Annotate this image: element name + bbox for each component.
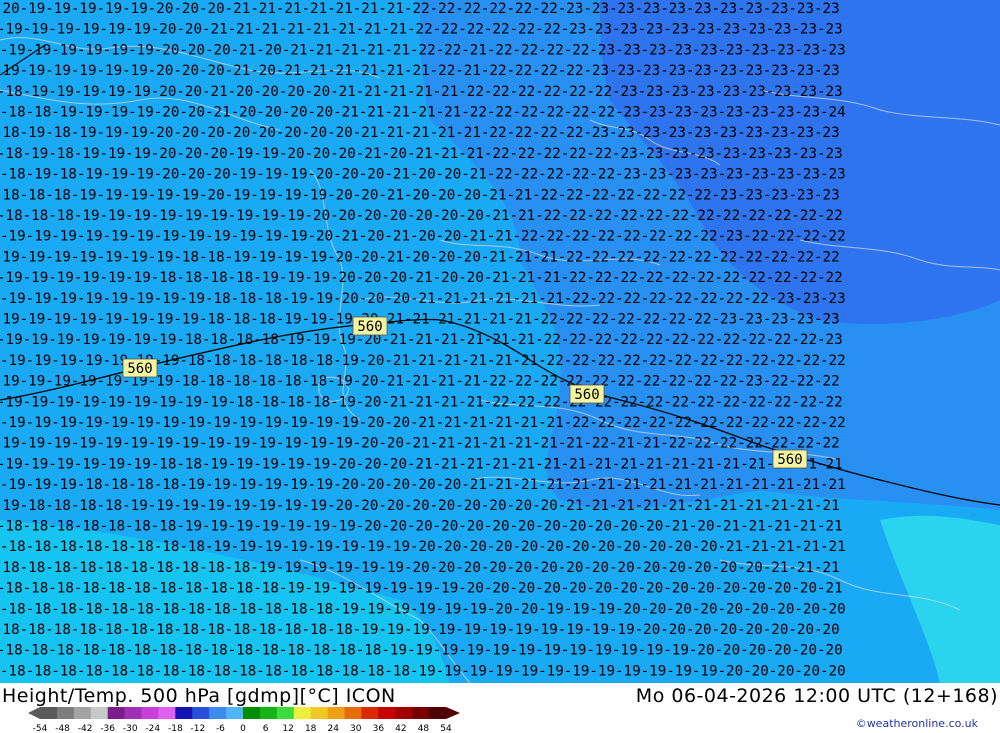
color-scale-swatch: [141, 707, 159, 719]
temperature-label-row: -18-18-18-18-18-18-18-18-18-18-18-18-18-…: [0, 601, 846, 617]
temperature-label-row: -19-19-19-19-19-19-20-20-21-21-21-21-21-…: [0, 22, 843, 38]
temperature-label-row: -19-19-19-19-19-19-19-18-18-18-18-19-19-…: [0, 332, 843, 348]
color-scale-tick-label: 6: [263, 724, 269, 733]
temperature-label-row: -18-18-18-19-19-19-19-19-19-19-19-19-20-…: [0, 208, 843, 224]
color-scale-swatch: [243, 707, 261, 719]
color-scale-right-arrow: [446, 707, 460, 719]
color-scale-swatch: [276, 707, 295, 719]
color-scale-swatch: [344, 707, 362, 719]
color-scale-swatch: [107, 707, 126, 719]
temperature-label-row: -19-19-19-19-19-19-19-19-19-19-19-19-19-…: [0, 415, 846, 431]
temperature-label-row: -18-19-19-19-19-19-20-20-21-20-20-20-20-…: [0, 84, 843, 100]
contour-label-text: 560: [127, 361, 152, 377]
color-scale-swatch: [158, 707, 176, 719]
temperature-label-row: -18-18-18-18-18-18-18-18-19-19-19-19-19-…: [0, 539, 846, 555]
color-scale-tick-label: 24: [327, 724, 339, 733]
temperature-label-row: -19-19-19-19-19-19-19-19-18-18-18-19-19-…: [0, 312, 840, 328]
color-scale-swatch: [56, 707, 75, 719]
color-scale-tick-label: 42: [395, 724, 406, 733]
color-scale-swatch: [124, 707, 142, 719]
color-scale-swatch: [73, 707, 92, 719]
temperature-label-row: -19-19-19-19-19-19-18-18-18-18-19-19-19-…: [0, 270, 843, 286]
temperature-label-row: -19-19-19-19-19-19-18-18-19-19-19-19-19-…: [0, 456, 843, 472]
temperature-label-row: -18-18-18-18-18-18-18-18-18-18-19-19-19-…: [0, 560, 840, 576]
color-scale-swatch: [192, 707, 210, 719]
color-scale-tick-label: -12: [191, 724, 206, 733]
temperature-label-row: -18-19-18-19-19-19-20-20-20-19-19-20-20-…: [0, 146, 843, 162]
temperature-label-row: -19-19-19-19-19-19-20-20-20-21-20-21-21-…: [0, 63, 840, 79]
color-scale-swatches: [28, 707, 460, 719]
color-scale-swatch: [259, 707, 278, 719]
color-scale: -54 -48 -42 -36 -30 -24 -18 -12 -6 0 6 12 18 24 30 36 42…: [28, 707, 460, 733]
contour-label-1: 560: [352, 316, 388, 336]
temperature-label-row: -20-19-19-19-19-19-20-20-20-21-21-21-21-…: [0, 1, 840, 17]
temperature-label-row: -18-18-18-18-18-18-18-18-18-18-18-18-18-…: [0, 663, 846, 679]
color-scale-tick-label: 0: [240, 724, 246, 733]
temperature-label-row: -18-18-18-18-18-18-18-18-18-18-18-18-18-…: [0, 643, 843, 659]
map-footer: Height/Temp. 500 hPa [gdmp][°C] ICON Mo …: [0, 683, 1000, 733]
color-scale-tick-label: -24: [145, 724, 160, 733]
temperature-label-row: -18-19-18-19-19-19-20-20-20-20-20-20-20-…: [0, 125, 840, 141]
temperature-label-row: -19-19-19-19-19-19-19-19-19-19-19-19-20-…: [0, 229, 846, 245]
color-scale-swatch: [293, 707, 312, 719]
color-scale-tick-label: 12: [282, 724, 293, 733]
map-datetime: Mo 06-04-2026 12:00 UTC (12+168): [635, 685, 998, 707]
color-scale-tick-label: 30: [350, 724, 362, 733]
color-scale-swatch: [378, 707, 396, 719]
contour-label-text: 560: [357, 319, 382, 335]
temperature-label-row: -19-19-19-19-19-19-19-18-18-19-19-19-19-…: [0, 249, 840, 265]
color-scale-tick-label: 48: [418, 724, 430, 733]
contour-label-text: 560: [574, 387, 599, 403]
map-title: Height/Temp. 500 hPa [gdmp][°C] ICON: [2, 685, 396, 707]
color-scale-swatch: [361, 707, 379, 719]
color-scale-tick-label: 18: [305, 724, 317, 733]
contour-label-3: 560: [569, 384, 605, 404]
map-canvas: -20-19-19-19-19-19-20-20-20-21-21-21-21-…: [0, 0, 1000, 683]
color-scale-swatch: [412, 707, 430, 719]
temperature-label-row: -18-18-18-18-18-18-18-18-18-18-18-18-18-…: [0, 622, 840, 638]
color-scale-swatch: [226, 707, 244, 719]
color-scale-tick-label: -54: [33, 724, 48, 733]
color-scale-swatch: [209, 707, 227, 719]
color-scale-ticks: -54 -48 -42 -36 -30 -24 -18 -12 -6 0 6 12 18 24 30 36 42…: [33, 724, 452, 733]
color-scale-swatch: [327, 707, 345, 719]
contour-label-2: 560: [122, 358, 158, 378]
contour-label-text: 560: [777, 452, 802, 468]
color-scale-swatch: [90, 707, 109, 719]
color-scale-tick-label: 54: [440, 724, 452, 733]
color-scale-swatch: [40, 707, 58, 719]
temperature-label-row: -18-18-19-19-19-19-20-20-21-20-20-20-20-…: [0, 105, 846, 121]
color-scale-swatch: [175, 707, 193, 719]
color-scale-tick-label: -42: [78, 724, 93, 733]
temperature-label-row: -18-19-18-19-19-19-20-20-20-19-19-19-20-…: [0, 167, 846, 183]
color-scale-tick-label: -6: [216, 724, 225, 733]
temperature-label-row: -19-19-19-19-19-19-19-19-19-18-18-18-18-…: [0, 394, 843, 410]
weather-map: -20-19-19-19-19-19-20-20-20-21-21-21-21-…: [0, 0, 1000, 683]
color-scale-swatch: [429, 707, 447, 719]
temperature-label-row: -19-19-19-19-19-19-19-19-18-18-18-19-19-…: [0, 291, 846, 307]
temperature-label-row: -19-19-19-19-19-19-19-19-19-19-19-19-19-…: [0, 436, 840, 452]
color-scale-tick-label: -36: [100, 724, 115, 733]
color-scale-tick-label: -48: [55, 724, 70, 733]
temperature-label-row: -18-18-18-18-18-18-18-19-19-19-19-19-19-…: [0, 519, 843, 535]
temperature-label-row: -19-18-18-18-18-19-19-19-19-19-19-19-19-…: [0, 498, 840, 514]
color-scale-swatch: [395, 707, 413, 719]
color-scale-swatch: [310, 707, 329, 719]
color-scale-left-arrow: [28, 707, 40, 719]
temperature-label-row: -19-19-19-19-19-19-20-20-20-21-20-21-21-…: [0, 42, 846, 58]
temperature-label-row: -19-19-19-18-18-18-18-19-19-19-19-19-19-…: [0, 477, 846, 493]
temperature-label-row: -18-18-18-18-18-18-18-18-18-18-18-19-19-…: [0, 581, 843, 597]
color-scale-tick-label: 36: [373, 724, 385, 733]
credit-link[interactable]: ©weatheronline.co.uk: [856, 717, 978, 730]
color-scale-tick-label: -30: [123, 724, 138, 733]
temperature-label-row: -18-18-18-19-19-19-19-19-20-19-19-19-19-…: [0, 187, 840, 203]
color-scale-tick-label: -18: [168, 724, 183, 733]
contour-label-4: 560: [772, 449, 808, 469]
